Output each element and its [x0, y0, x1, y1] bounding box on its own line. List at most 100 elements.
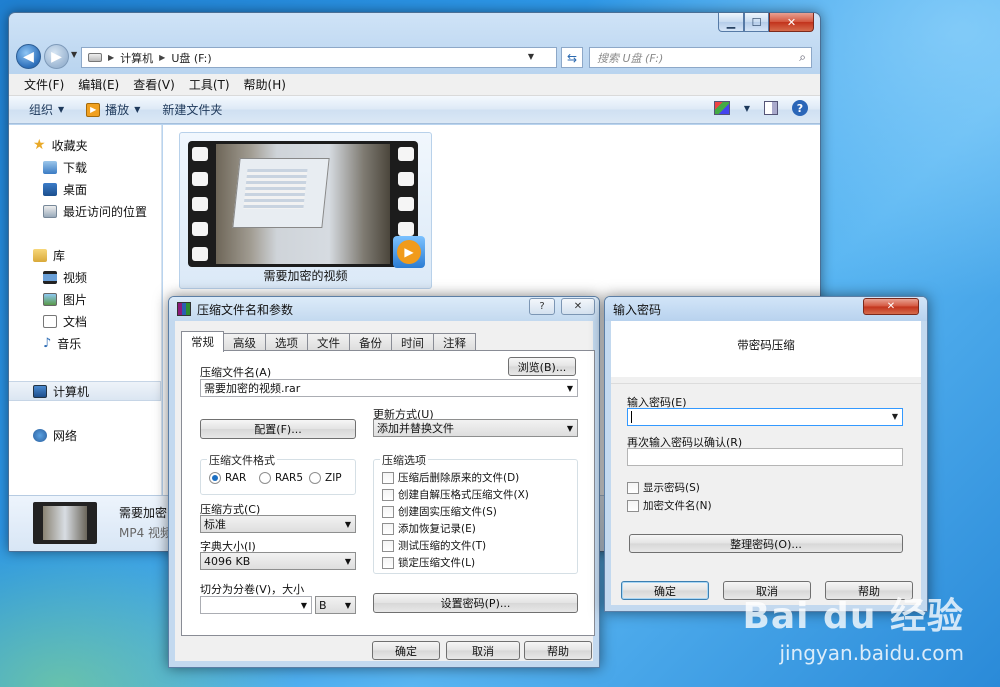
profiles-button[interactable]: 配置(F)... — [200, 419, 356, 439]
help-button[interactable]: ? — [529, 298, 555, 315]
sfx-checkbox[interactable]: 创建自解压格式压缩文件(X) — [382, 487, 529, 502]
show-password-checkbox[interactable]: 显示密码(S) — [627, 480, 700, 495]
chevron-down-icon[interactable]: ▼ — [892, 412, 898, 421]
menu-bar: 文件(F) 编辑(E) 查看(V) 工具(T) 帮助(H) — [9, 74, 820, 96]
lock-archive-checkbox[interactable]: 锁定压缩文件(L) — [382, 555, 475, 570]
change-view-icon[interactable] — [713, 101, 730, 115]
address-bar[interactable]: ▶ 计算机 ▶ U盘 (F:) ▼ — [81, 47, 557, 68]
forward-button[interactable]: ▶ — [44, 44, 69, 69]
organize-label: 组织 — [29, 103, 54, 117]
password-body: 输入密码(E) ▼ 再次输入密码以确认(R) 显示密码(S) 加密文件名(N) … — [611, 383, 921, 561]
help-button[interactable]: 帮助 — [524, 641, 592, 660]
format-label: RAR — [225, 472, 247, 484]
recovery-record-checkbox[interactable]: 添加恢复记录(E) — [382, 521, 476, 536]
tab-backup[interactable]: 备份 — [349, 333, 392, 351]
password-input[interactable]: ▼ — [627, 408, 903, 426]
format-zip-radio[interactable]: ZIP — [309, 472, 342, 484]
new-folder-button[interactable]: 新建文件夹 — [162, 101, 222, 118]
chevron-right-icon[interactable]: ▶ — [108, 53, 114, 62]
search-icon[interactable]: ⌕ — [799, 50, 806, 65]
menu-tools[interactable]: 工具(T) — [182, 76, 237, 93]
refresh-button[interactable]: ⇆ — [561, 47, 583, 68]
option-label: 创建固实压缩文件(S) — [398, 506, 497, 518]
checkbox-icon — [382, 505, 394, 518]
search-input[interactable]: 搜索 U盘 (F:) ⌕ — [589, 47, 812, 68]
chevron-down-icon[interactable]: ▼ — [567, 384, 573, 393]
nav-label: 库 — [53, 248, 66, 263]
nav-recent[interactable]: 最近访问的位置 — [43, 201, 147, 221]
split-size-input[interactable]: ▼ — [200, 596, 312, 614]
nav-favorites[interactable]: ★ 收藏夹 — [33, 135, 88, 155]
dictionary-select[interactable]: 4096 KB ▼ — [200, 552, 356, 570]
preview-pane-icon[interactable] — [764, 101, 778, 115]
video-frame — [216, 144, 390, 264]
delete-after-checkbox[interactable]: 压缩后删除原来的文件(D) — [382, 470, 519, 485]
option-label: 锁定压缩文件(L) — [398, 557, 476, 569]
solid-checkbox[interactable]: 创建固实压缩文件(S) — [382, 504, 497, 519]
confirm-password-input[interactable] — [627, 448, 903, 466]
menu-help[interactable]: 帮助(H) — [237, 76, 293, 93]
nav-libraries[interactable]: 库 — [33, 245, 65, 265]
test-files-checkbox[interactable]: 测试压缩的文件(T) — [382, 538, 486, 553]
ok-button[interactable]: 确定 — [621, 581, 709, 600]
cancel-button[interactable]: 取消 — [446, 641, 520, 660]
close-button[interactable]: ✕ — [769, 13, 814, 32]
tab-files[interactable]: 文件 — [307, 333, 350, 351]
nav-music[interactable]: ♪ 音乐 — [43, 333, 81, 353]
checkbox-icon — [382, 556, 394, 569]
menu-file[interactable]: 文件(F) — [17, 76, 71, 93]
archive-name-value: 需要加密的视频.rar — [204, 382, 301, 395]
tab-comment[interactable]: 注释 — [433, 333, 476, 351]
play-icon: ▶ — [86, 102, 101, 117]
tab-general[interactable]: 常规 — [181, 331, 224, 352]
menu-view[interactable]: 查看(V) — [126, 76, 182, 93]
split-unit-select[interactable]: B ▼ — [315, 596, 356, 614]
password-header: 带密码压缩 — [611, 321, 921, 377]
chevron-down-icon[interactable]: ▼ — [528, 52, 534, 61]
tab-time[interactable]: 时间 — [391, 333, 434, 351]
nav-videos[interactable]: 视频 — [43, 267, 87, 287]
breadcrumb-computer[interactable]: 计算机 — [120, 50, 153, 66]
organize-button[interactable]: 组织 ▼ — [29, 101, 64, 118]
breadcrumb-drive[interactable]: U盘 (F:) — [171, 50, 211, 66]
media-player-icon: ▶ — [393, 236, 425, 268]
nav-downloads[interactable]: 下载 — [43, 157, 87, 177]
organize-passwords-button[interactable]: 整理密码(O)... — [629, 534, 903, 553]
option-label: 创建自解压格式压缩文件(X) — [398, 489, 529, 501]
close-button[interactable]: ✕ — [561, 298, 595, 315]
browse-button[interactable]: 浏览(B)... — [508, 357, 576, 376]
format-rar5-radio[interactable]: RAR5 — [259, 472, 303, 484]
tab-options[interactable]: 选项 — [265, 333, 308, 351]
nav-documents[interactable]: 文档 — [43, 311, 87, 331]
update-mode-select[interactable]: 添加并替换文件 ▼ — [373, 419, 578, 437]
menu-edit[interactable]: 编辑(E) — [71, 76, 126, 93]
chevron-down-icon[interactable]: ▼ — [744, 104, 750, 113]
network-icon — [33, 428, 47, 442]
nav-network[interactable]: 网络 — [33, 425, 77, 445]
archive-name-label: 压缩文件名(A) — [200, 366, 272, 379]
maximize-button[interactable]: ☐ — [744, 13, 769, 32]
encrypt-names-checkbox[interactable]: 加密文件名(N) — [627, 498, 712, 513]
chevron-down-icon[interactable]: ▼ — [301, 601, 307, 610]
nav-desktop[interactable]: 桌面 — [43, 179, 87, 199]
help-icon[interactable]: ? — [792, 100, 808, 116]
password-dialog: 输入密码 ✕ 带密码压缩 输入密码(E) ▼ 再次输入密码以确认(R) 显示密码… — [604, 296, 928, 612]
method-select[interactable]: 标准 ▼ — [200, 515, 356, 533]
dictionary-value: 4096 KB — [204, 554, 251, 568]
chevron-right-icon[interactable]: ▶ — [159, 53, 165, 62]
play-button[interactable]: ▶ 播放 ▼ — [86, 101, 140, 118]
tab-advanced[interactable]: 高级 — [223, 333, 266, 351]
recent-pages-dropdown[interactable]: ▼ — [71, 50, 77, 59]
file-item[interactable]: ▶ 需要加密的视频 — [179, 132, 432, 289]
archive-name-input[interactable]: 需要加密的视频.rar ▼ — [200, 379, 578, 397]
minimize-button[interactable]: ▁ — [718, 13, 744, 32]
ok-button[interactable]: 确定 — [372, 641, 440, 660]
file-name: 需要加密的视频 — [263, 269, 348, 283]
radio-icon — [309, 472, 321, 484]
set-password-button[interactable]: 设置密码(P)... — [373, 593, 578, 613]
back-button[interactable]: ◀ — [16, 44, 41, 69]
nav-computer[interactable]: 计算机 — [9, 381, 161, 401]
nav-pictures[interactable]: 图片 — [43, 289, 87, 309]
format-rar-radio[interactable]: RAR — [209, 472, 246, 484]
close-button[interactable]: ✕ — [863, 298, 919, 315]
